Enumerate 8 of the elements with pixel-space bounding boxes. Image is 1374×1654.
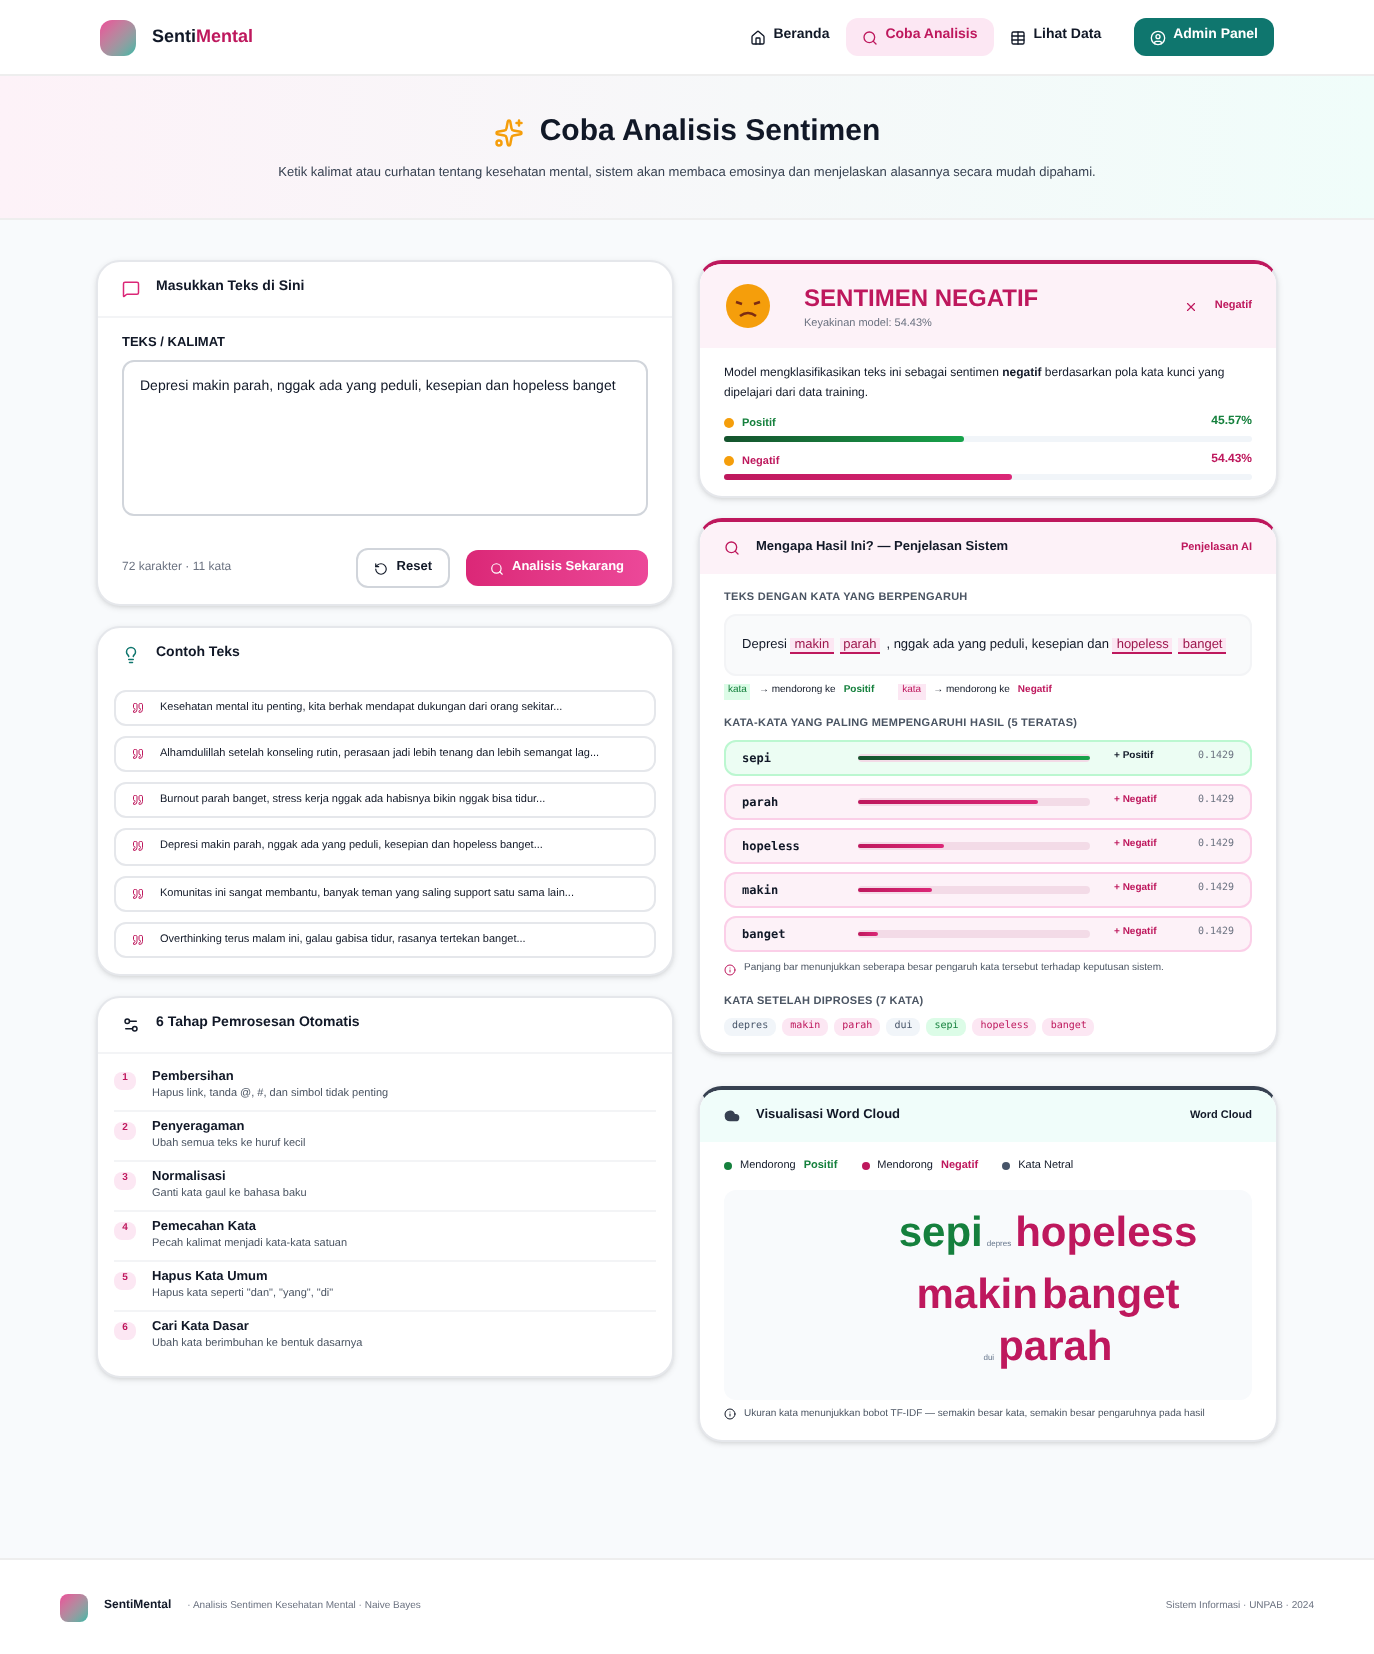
cloud-word: banget — [1041, 1269, 1180, 1322]
sentiment-title: SENTIMEN NEGATIF — [804, 282, 1041, 316]
cloud-word: sepi — [898, 1207, 983, 1260]
cloud-word: parah — [998, 1321, 1113, 1374]
cloud-word: makin — [916, 1269, 1038, 1322]
page-title: Coba Analisis Sentimen — [539, 112, 881, 153]
cloud-word: hopeless — [1015, 1207, 1198, 1260]
brand-name: SentiMental — [152, 23, 254, 50]
